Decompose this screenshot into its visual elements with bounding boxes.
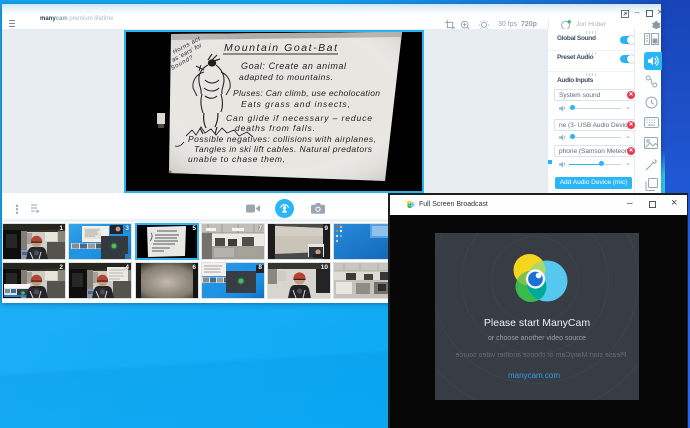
svg-text:Eats grass and insects,: Eats grass and insects, [241,99,350,109]
svg-text:adapted to mountains.: adapted to mountains. [239,72,333,82]
svg-text:Mountain Goat-Bat: Mountain Goat-Bat [224,42,338,54]
svg-text:Goal: Create an animal: Goal: Create an animal [241,61,347,71]
svg-text:unable to chase them,: unable to chase them, [188,154,285,164]
svg-text:Tangles in ski lift cables. Na: Tangles in ski lift cables. Natural pred… [194,144,373,154]
svg-text:Can glide if necessary – reduc: Can glide if necessary – reduce [226,113,372,123]
svg-text:Pluses: Can climb, use echoloc: Pluses: Can climb, use echolocation [233,88,380,98]
svg-text:Possible negatives: collisions: Possible negatives: collisions with airp… [188,134,376,144]
